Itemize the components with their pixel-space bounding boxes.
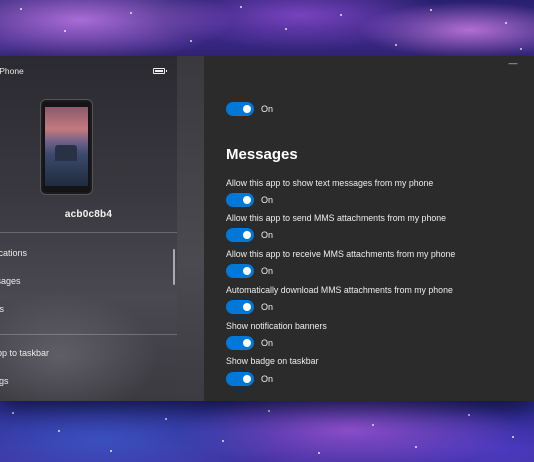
toggle-knob	[243, 231, 251, 239]
sidebar-item-settings[interactable]: ings	[0, 376, 9, 386]
setting-toggle-row-notification-banners: On	[226, 336, 273, 350]
setting-label-taskbar-badge: Show badge on taskbar	[226, 356, 319, 366]
sidebar-scrollbar[interactable]	[173, 249, 175, 285]
setting-toggle-row-send-mms: On	[226, 228, 273, 242]
sidebar-divider-top	[0, 232, 177, 233]
phone-image	[41, 100, 92, 194]
toggle-knob	[243, 339, 251, 347]
toggle-taskbar-badge[interactable]	[226, 372, 254, 386]
app-title: r Phone	[0, 66, 24, 76]
toggle-knob	[243, 196, 251, 204]
toggle-knob	[243, 375, 251, 383]
sidebar-item-pin-to-taskbar[interactable]: app to taskbar	[0, 348, 49, 358]
setting-toggle-row-show-texts: On	[226, 193, 273, 207]
sidebar-item-photos[interactable]: tos	[0, 304, 4, 314]
toggle-show-texts[interactable]	[226, 193, 254, 207]
toggle-send-mms[interactable]	[226, 228, 254, 242]
toggle-knob	[243, 303, 251, 311]
minimize-button[interactable]: —	[506, 58, 520, 68]
toggle-state-label: On	[261, 338, 274, 348]
toggle-state-label: On	[261, 195, 274, 205]
toggle-state-label: On	[261, 266, 274, 276]
setting-toggle-row-taskbar-badge: On	[226, 372, 273, 386]
toggle-switch[interactable]	[226, 102, 254, 116]
sidebar-edge	[177, 56, 204, 401]
phone-wallpaper-preview	[45, 107, 88, 186]
toggle-receive-mms[interactable]	[226, 264, 254, 278]
settings-pane: — On Messages Allow this app to show tex…	[204, 56, 534, 401]
setting-label-send-mms: Allow this app to send MMS attachments f…	[226, 213, 447, 223]
toggle-state-label: On	[261, 374, 274, 384]
sidebar-item-notifications[interactable]: ifications	[0, 248, 27, 258]
toggle-state-label: On	[261, 302, 274, 312]
setting-toggle-row-receive-mms: On	[226, 264, 273, 278]
setting-label-auto-download-mms: Automatically download MMS attachments f…	[226, 285, 453, 295]
toggle-notification-banners[interactable]	[226, 336, 254, 350]
sidebar-item-messages[interactable]: ssages	[0, 276, 21, 286]
toggle-knob	[243, 105, 251, 113]
your-phone-window: r Phone acb0c8b4 ifications ssages tos a…	[0, 56, 534, 401]
sidebar-divider-bottom	[0, 334, 177, 335]
sidebar: r Phone acb0c8b4 ifications ssages tos a…	[0, 56, 177, 401]
toggle-state-label: On	[261, 230, 274, 240]
setting-label-show-texts: Allow this app to show text messages fro…	[226, 178, 434, 188]
toggle-state-label: On	[261, 104, 274, 114]
battery-icon	[153, 68, 167, 74]
toggle-auto-download-mms[interactable]	[226, 300, 254, 314]
section-title-messages: Messages	[226, 146, 298, 163]
top-setting-toggle-row: On	[226, 102, 273, 116]
device-name: acb0c8b4	[64, 209, 113, 220]
setting-label-receive-mms: Allow this app to receive MMS attachment…	[226, 249, 456, 259]
toggle-knob	[243, 267, 251, 275]
setting-label-notification-banners: Show notification banners	[226, 321, 327, 331]
setting-toggle-row-auto-download-mms: On	[226, 300, 273, 314]
